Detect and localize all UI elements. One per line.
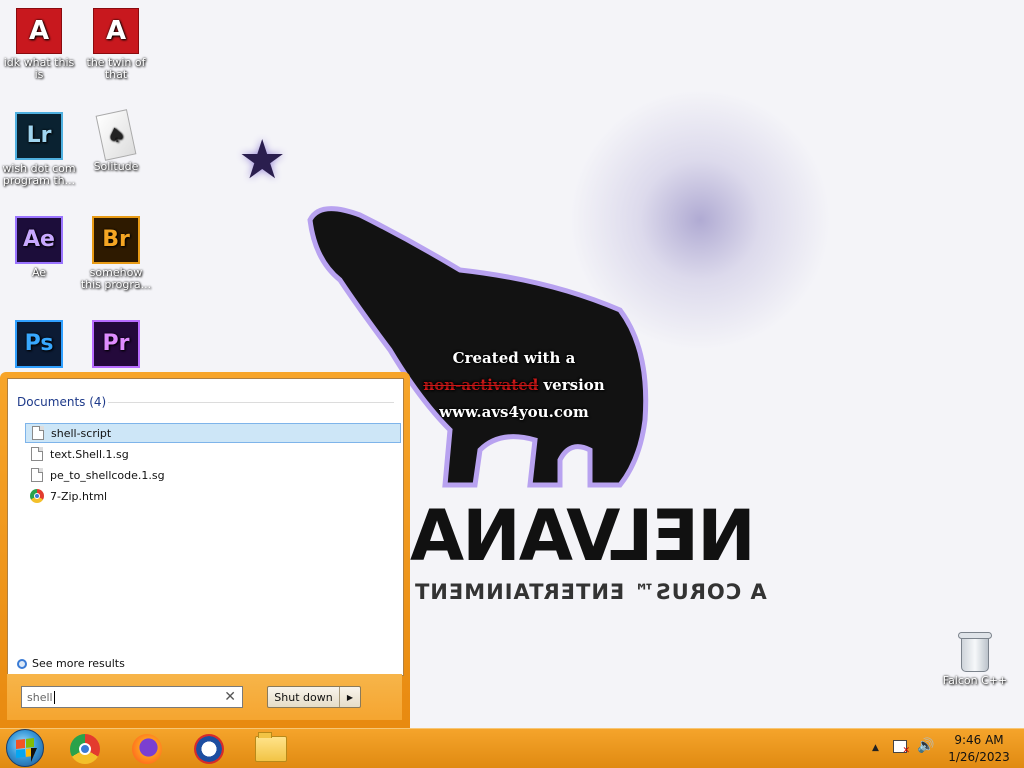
- photoshop-icon: Ps: [15, 320, 63, 368]
- see-more-results-link[interactable]: See more results: [17, 657, 125, 670]
- taskbar-firefox-button[interactable]: [125, 732, 169, 766]
- result-item[interactable]: text.Shell.1.sg: [25, 444, 401, 464]
- recycle-bin-icon: [958, 630, 992, 672]
- desktop-icon-label: the twin of that: [86, 56, 146, 81]
- bridge-icon: Br: [92, 216, 140, 264]
- desktop-icon-label: Solitude: [93, 160, 139, 173]
- result-item[interactable]: pe_to_shellcode.1.sg: [25, 465, 401, 485]
- watermark-line-3: www.avs4you.com: [439, 403, 589, 421]
- shutdown-options-arrow-icon[interactable]: ▶: [340, 687, 360, 707]
- desktop-icon-acrobat-1[interactable]: A idk what this is: [1, 8, 77, 81]
- firefox-icon: [132, 734, 162, 764]
- watermark-line-2: non-activated version: [414, 372, 614, 399]
- search-icon: [17, 658, 27, 669]
- desktop-icon-label: wish dot com program th...: [2, 162, 76, 187]
- desktop-icon-label: Ae: [31, 266, 47, 279]
- start-menu: Documents (4) shell-script text.Shell.1.…: [0, 372, 410, 728]
- nelvana-logo-text: NELVANA: [412, 495, 756, 577]
- shutdown-button[interactable]: Shut down: [268, 687, 340, 707]
- result-label: shell-script: [51, 426, 112, 440]
- chrome-icon: [30, 489, 44, 503]
- premiere-icon: Pr: [92, 320, 140, 368]
- clock-date: 1/26/2023: [948, 750, 1010, 764]
- watermark-red-text: non-activated: [423, 376, 539, 394]
- document-icon: [31, 468, 43, 482]
- lightroom-icon: Lr: [15, 112, 63, 160]
- desktop-icon-label: idk what this is: [3, 56, 75, 81]
- shutdown-button-group: Shut down ▶: [267, 686, 361, 708]
- clock-time: 9:46 AM: [954, 733, 1004, 747]
- search-input-value: shell: [27, 690, 53, 704]
- start-search-input[interactable]: shell ✕: [21, 686, 243, 708]
- file-explorer-icon: [255, 732, 287, 762]
- acrobat-icon: A: [93, 8, 139, 54]
- section-divider: [108, 402, 394, 403]
- after-effects-icon: Ae: [15, 216, 63, 264]
- taskbar-explorer-button[interactable]: [249, 732, 293, 766]
- desktop-icon-label: somehow this progra...: [80, 266, 152, 291]
- desktop-icon-bridge[interactable]: Br somehow this progra...: [78, 216, 154, 291]
- start-button[interactable]: [6, 729, 44, 767]
- acrobat-icon: A: [16, 8, 62, 54]
- result-item[interactable]: 7-Zip.html: [25, 486, 401, 506]
- result-label: pe_to_shellcode.1.sg: [50, 468, 165, 482]
- desktop-icon-acrobat-2[interactable]: A the twin of that: [78, 8, 154, 81]
- volume-icon[interactable]: 🔊: [917, 738, 934, 754]
- desktop-icon-label: Falcon C++: [942, 674, 1008, 687]
- opera-icon: [194, 734, 224, 764]
- desktop-icon-solitaire[interactable]: ♠ Solitude: [78, 109, 154, 173]
- solitaire-icon: ♠: [95, 109, 137, 161]
- result-label: text.Shell.1.sg: [50, 447, 129, 461]
- document-icon: [31, 447, 43, 461]
- desktop-icon-lightroom[interactable]: Lr wish dot com program th...: [1, 112, 77, 187]
- result-label: 7-Zip.html: [50, 489, 108, 503]
- watermark-line-1: Created with a: [452, 349, 576, 367]
- logo-subtitle: A CORUS™ ENTERTAINMENT: [414, 580, 767, 604]
- see-more-label: See more results: [32, 657, 125, 670]
- document-icon: [32, 426, 44, 440]
- desktop-icon-photoshop[interactable]: Ps: [1, 320, 77, 371]
- desktop-icon-after-effects[interactable]: Ae Ae: [1, 216, 77, 279]
- taskbar-opera-button[interactable]: [187, 732, 231, 766]
- clear-search-icon[interactable]: ✕: [224, 689, 236, 705]
- chrome-icon: [70, 734, 100, 764]
- text-caret: [53, 690, 55, 704]
- result-item[interactable]: shell-script: [25, 423, 401, 443]
- watermark-rest-text: version: [538, 376, 605, 394]
- star-logo-icon: ★: [238, 128, 287, 191]
- trial-watermark: Created with a non-activated version www…: [414, 345, 614, 426]
- action-center-icon[interactable]: [893, 740, 910, 756]
- taskbar-clock[interactable]: 9:46 AM 1/26/2023: [944, 732, 1014, 766]
- desktop-icon-recycle-bin[interactable]: Falcon C++: [940, 630, 1010, 687]
- desktop-icon-premiere[interactable]: Pr: [78, 320, 154, 371]
- taskbar-chrome-button[interactable]: [63, 732, 107, 766]
- mouse-cursor: [31, 748, 37, 762]
- show-hidden-icons-arrow[interactable]: ▲: [872, 743, 879, 753]
- documents-section-title: Documents (4): [17, 395, 107, 409]
- search-results-panel: Documents (4) shell-script text.Shell.1.…: [7, 378, 404, 676]
